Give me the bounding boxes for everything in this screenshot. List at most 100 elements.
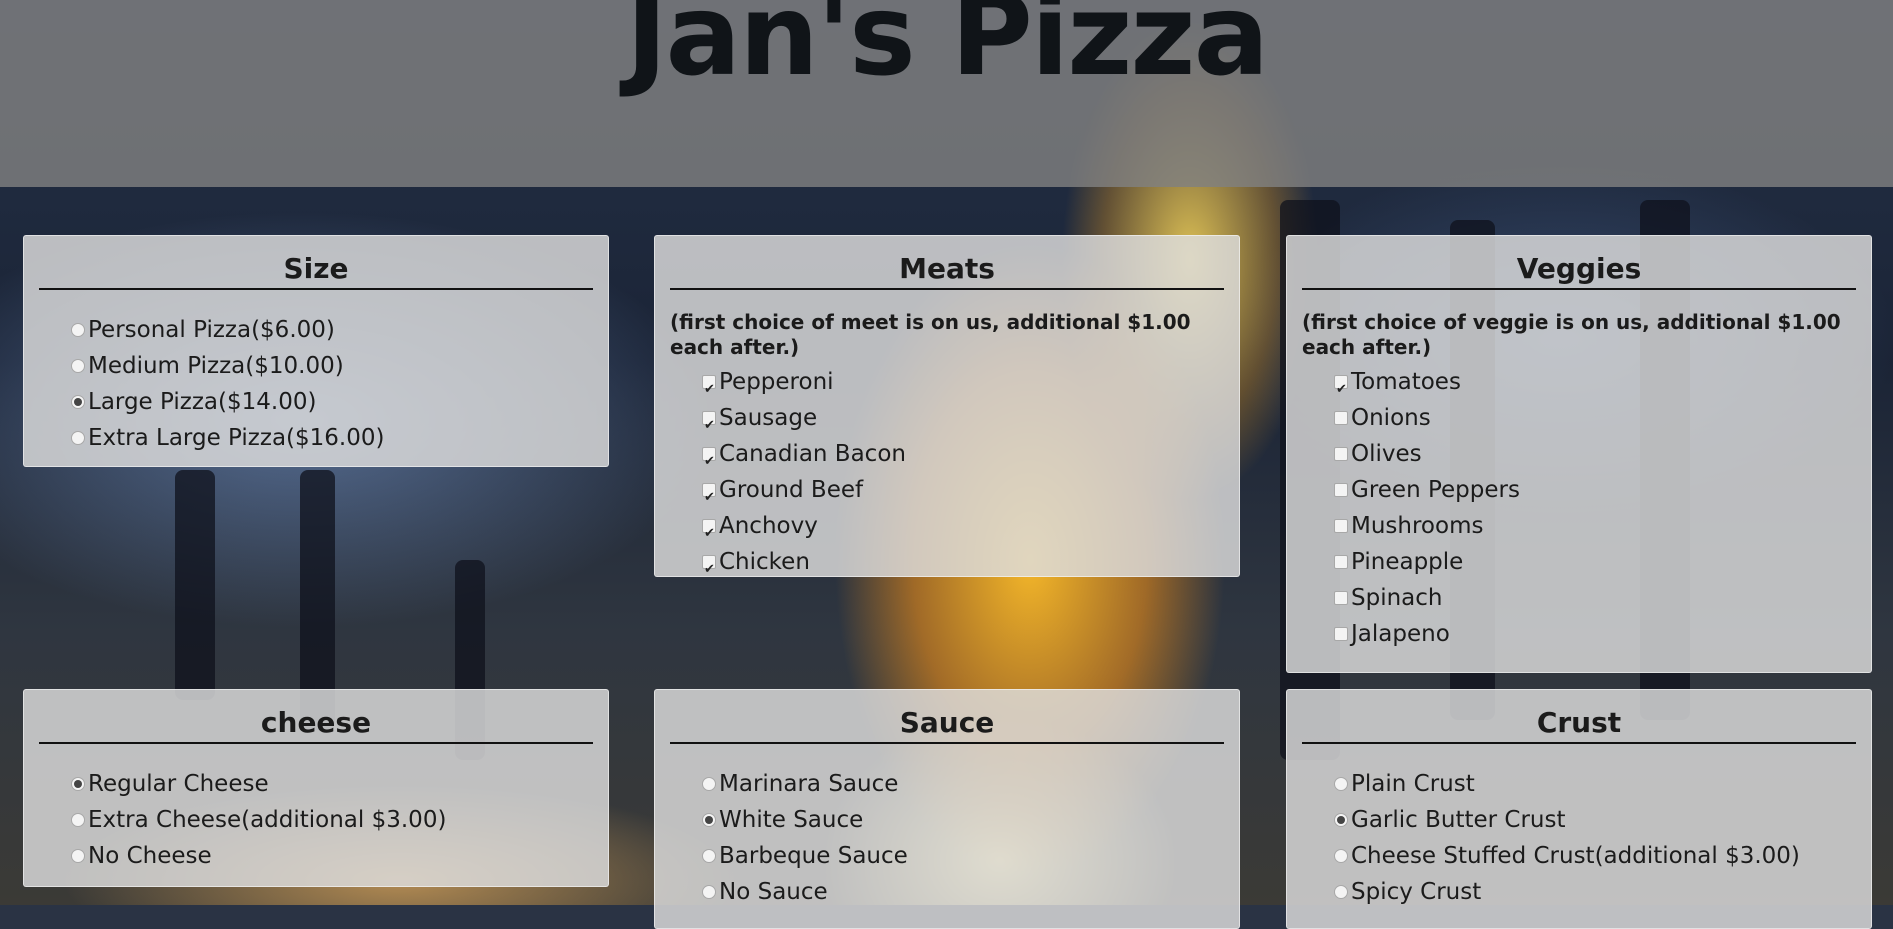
veggie-option-label: Jalapeno — [1351, 621, 1450, 647]
radio-button[interactable] — [71, 777, 85, 791]
meat-option[interactable]: Canadian Bacon — [702, 436, 1224, 480]
veggie-option-label: Green Peppers — [1351, 477, 1520, 503]
sauce-option-label: White Sauce — [719, 807, 864, 833]
veggies-note: (first choice of veggie is on us, additi… — [1302, 310, 1841, 359]
crust-options: Plain Crust Garlic Butter Crust Cheese S… — [1302, 766, 1856, 910]
meats-heading: Meats — [670, 250, 1224, 290]
crust-option-label: Garlic Butter Crust — [1351, 807, 1566, 833]
veggie-option-label: Onions — [1351, 405, 1431, 431]
veggie-option-label: Pineapple — [1351, 549, 1464, 575]
veggie-option-label: Tomatoes — [1351, 369, 1461, 395]
veggie-option[interactable]: Pineapple — [1334, 544, 1856, 580]
checkbox[interactable] — [1334, 591, 1348, 605]
radio-button[interactable] — [71, 849, 85, 863]
size-option-label: Large Pizza($14.00) — [88, 389, 317, 415]
radio-button[interactable] — [702, 813, 716, 827]
radio-button[interactable] — [702, 849, 716, 863]
veggie-option[interactable]: Spinach — [1334, 580, 1856, 616]
veggie-option[interactable]: Green Peppers — [1334, 472, 1856, 508]
veggie-option[interactable]: Tomatoes — [1334, 364, 1856, 408]
cheese-option[interactable]: Regular Cheese — [71, 766, 593, 802]
radio-button[interactable] — [1334, 885, 1348, 899]
veggies-heading: Veggies — [1302, 250, 1856, 290]
checkbox[interactable] — [702, 552, 716, 588]
veggies-options: Tomatoes Onions Olives Green Peppers Mus… — [1302, 364, 1856, 652]
meat-option[interactable]: Anchovy — [702, 508, 1224, 552]
size-option-label: Personal Pizza($6.00) — [88, 317, 335, 343]
sauce-options: Marinara Sauce White Sauce Barbeque Sauc… — [670, 766, 1224, 910]
size-option[interactable]: Extra Large Pizza($16.00) — [71, 420, 593, 456]
sauce-option[interactable]: Marinara Sauce — [702, 766, 1224, 802]
sauce-heading: Sauce — [670, 704, 1224, 744]
veggies-panel: Veggies (first choice of veggie is on us… — [1286, 235, 1872, 673]
radio-button[interactable] — [702, 885, 716, 899]
cheese-option[interactable]: No Cheese — [71, 838, 593, 874]
checkbox[interactable] — [1334, 411, 1348, 425]
sauce-option-label: Barbeque Sauce — [719, 843, 908, 869]
radio-button[interactable] — [1334, 813, 1348, 827]
cheese-options: Regular Cheese Extra Cheese(additional $… — [39, 766, 593, 874]
crust-option-label: Cheese Stuffed Crust(additional $3.00) — [1351, 843, 1800, 869]
radio-button[interactable] — [71, 431, 85, 445]
cheese-option-label: Regular Cheese — [88, 771, 269, 797]
meat-option-label: Pepperoni — [719, 369, 834, 395]
crust-panel: Crust Plain Crust Garlic Butter Crust Ch… — [1286, 689, 1872, 929]
radio-button[interactable] — [71, 813, 85, 827]
radio-button[interactable] — [71, 395, 85, 409]
size-heading: Size — [39, 250, 593, 290]
veggie-option[interactable]: Mushrooms — [1334, 508, 1856, 544]
meat-option-label: Chicken — [719, 549, 810, 575]
radio-button[interactable] — [1334, 777, 1348, 791]
meat-option[interactable]: Pepperoni — [702, 364, 1224, 408]
size-option[interactable]: Medium Pizza($10.00) — [71, 348, 593, 384]
checkbox[interactable] — [1334, 483, 1348, 497]
checkbox[interactable] — [702, 480, 716, 516]
radio-button[interactable] — [1334, 849, 1348, 863]
meat-option-label: Ground Beef — [719, 477, 864, 503]
page-title: Jan's Pizza — [625, 0, 1269, 101]
cheese-option[interactable]: Extra Cheese(additional $3.00) — [71, 802, 593, 838]
cheese-option-label: No Cheese — [88, 843, 212, 869]
crust-option[interactable]: Garlic Butter Crust — [1334, 802, 1856, 838]
checkbox[interactable] — [1334, 519, 1348, 533]
sauce-option[interactable]: Barbeque Sauce — [702, 838, 1224, 874]
radio-button[interactable] — [71, 359, 85, 373]
checkbox[interactable] — [702, 516, 716, 552]
cheese-panel: cheese Regular Cheese Extra Cheese(addit… — [23, 689, 609, 887]
meat-option-label: Sausage — [719, 405, 818, 431]
size-option[interactable]: Large Pizza($14.00) — [71, 384, 593, 420]
meats-panel: Meats (first choice of meet is on us, ad… — [654, 235, 1240, 588]
veggie-option-label: Olives — [1351, 441, 1422, 467]
checkbox[interactable] — [1334, 372, 1348, 408]
veggie-option-label: Spinach — [1351, 585, 1443, 611]
crust-option[interactable]: Cheese Stuffed Crust(additional $3.00) — [1334, 838, 1856, 874]
crust-option-label: Plain Crust — [1351, 771, 1475, 797]
size-option-label: Extra Large Pizza($16.00) — [88, 425, 385, 451]
checkbox[interactable] — [702, 372, 716, 408]
meat-option-label: Anchovy — [719, 513, 818, 539]
site-header: Jan's Pizza — [0, 0, 1893, 187]
sauce-option-label: Marinara Sauce — [719, 771, 899, 797]
size-options: Personal Pizza($6.00) Medium Pizza($10.0… — [39, 312, 593, 456]
meat-option[interactable]: Ground Beef — [702, 472, 1224, 516]
checkbox[interactable] — [702, 444, 716, 480]
meat-option[interactable]: Sausage — [702, 400, 1224, 444]
checkbox[interactable] — [702, 408, 716, 444]
meats-options: Pepperoni Sausage Canadian Bacon Ground … — [670, 364, 1224, 588]
meat-option[interactable]: Chicken — [702, 544, 1224, 588]
crust-option[interactable]: Plain Crust — [1334, 766, 1856, 802]
crust-heading: Crust — [1302, 704, 1856, 744]
veggie-option[interactable]: Olives — [1334, 436, 1856, 472]
meats-note: (first choice of meet is on us, addition… — [670, 310, 1191, 359]
radio-button[interactable] — [702, 777, 716, 791]
cheese-heading: cheese — [39, 704, 593, 744]
checkbox[interactable] — [1334, 627, 1348, 641]
size-option[interactable]: Personal Pizza($6.00) — [71, 312, 593, 348]
sauce-option[interactable]: White Sauce — [702, 802, 1224, 838]
checkbox[interactable] — [1334, 555, 1348, 569]
veggie-option[interactable]: Jalapeno — [1334, 616, 1856, 652]
sauce-panel: Sauce Marinara Sauce White Sauce Barbequ… — [654, 689, 1240, 929]
veggie-option[interactable]: Onions — [1334, 400, 1856, 436]
radio-button[interactable] — [71, 323, 85, 337]
checkbox[interactable] — [1334, 447, 1348, 461]
